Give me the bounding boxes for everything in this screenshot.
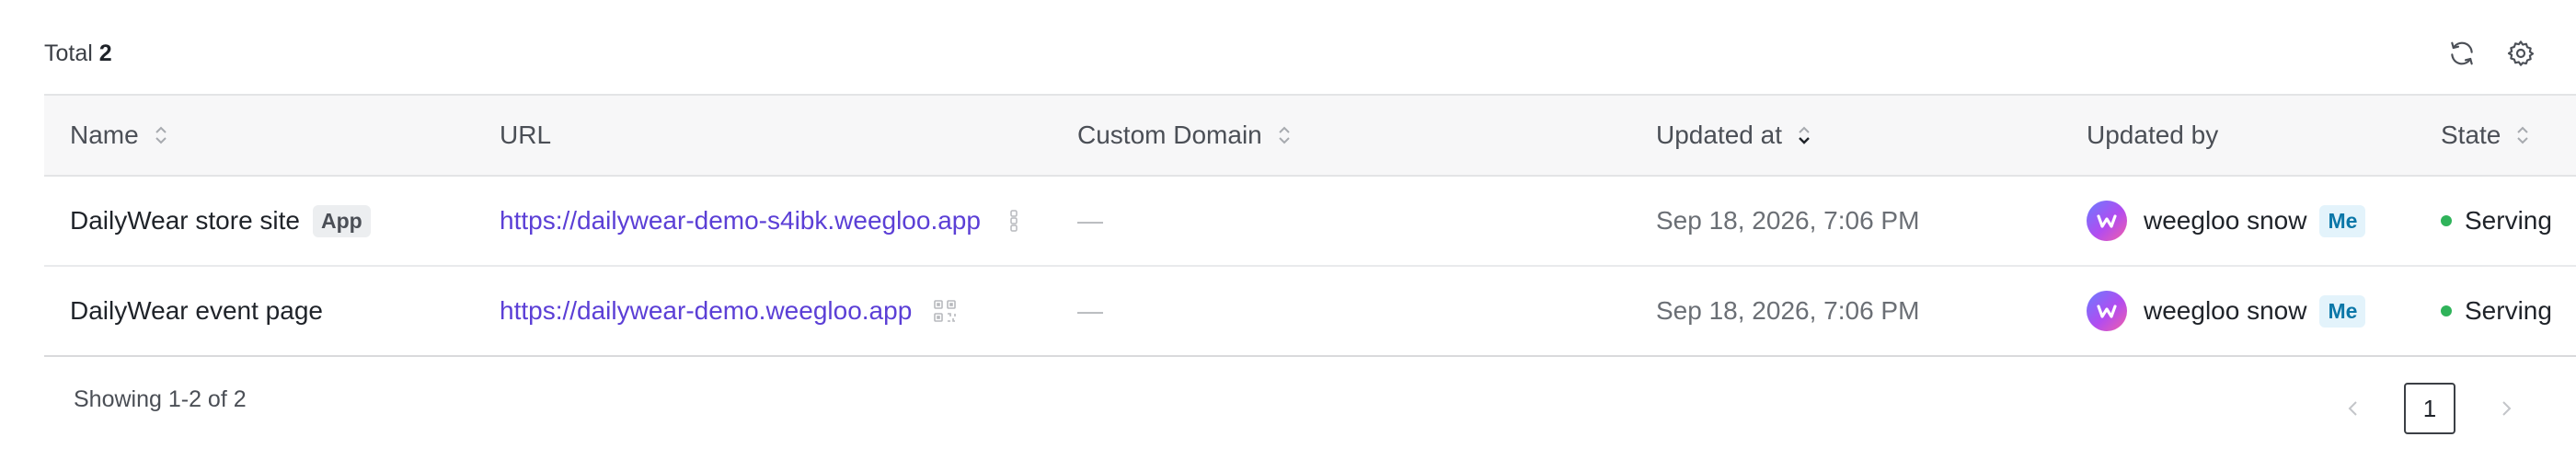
updated-at: Sep 18, 2026, 7:06 PM: [1656, 206, 1920, 235]
updated-by-name: weegloo snow: [2144, 296, 2307, 325]
total-label: Total: [44, 40, 93, 66]
table-row[interactable]: DailyWear event page https://dailywear-d…: [44, 267, 2576, 357]
column-header-updated-at[interactable]: Updated at: [1656, 96, 1811, 175]
me-badge: Me: [2319, 204, 2366, 237]
me-badge: Me: [2319, 294, 2366, 328]
column-header-url: URL: [500, 121, 552, 149]
qr-code-icon[interactable]: [932, 298, 958, 324]
next-page-button[interactable]: [2480, 383, 2532, 434]
custom-domain-empty: —: [1077, 206, 1103, 235]
chevron-left-icon: [2348, 401, 2357, 416]
custom-domain-empty: —: [1077, 296, 1103, 325]
column-header-state[interactable]: State: [2441, 96, 2530, 175]
updated-by-name: weegloo snow: [2144, 206, 2307, 235]
pagination-summary: Showing 1-2 of 2: [74, 386, 247, 412]
column-header-custom-domain[interactable]: Custom Domain: [1077, 96, 1292, 175]
table-toolbar: Total 2: [44, 28, 2576, 79]
site-url-link[interactable]: https://dailywear-demo-s4ibk.weegloo.app: [500, 206, 981, 236]
updated-at: Sep 18, 2026, 7:06 PM: [1656, 296, 1920, 325]
table-header: Name URL Custom Domain Updated at Update…: [44, 94, 2576, 177]
state-cell: Serving: [2441, 177, 2552, 265]
sort-icon[interactable]: [1277, 123, 1292, 147]
sites-table: Name URL Custom Domain Updated at Update…: [44, 94, 2576, 357]
custom-domain-cell: —: [1077, 177, 1103, 265]
site-url-link[interactable]: https://dailywear-demo.weegloo.app: [500, 296, 912, 326]
site-name: DailyWear store site: [70, 206, 301, 235]
status-text: Serving: [2465, 206, 2552, 235]
deployments-page: Total 2 Name URL Custom Domain Updated a…: [0, 0, 2576, 460]
pagination: 1: [2328, 383, 2548, 434]
updated-by-cell: weegloo snow Me: [2087, 267, 2366, 355]
status-text: Serving: [2465, 296, 2552, 325]
refresh-button[interactable]: [2444, 35, 2480, 72]
previous-page-button[interactable]: [2328, 383, 2379, 434]
updated-by-cell: weegloo snow Me: [2087, 177, 2366, 265]
state-cell: Serving: [2441, 267, 2552, 355]
status-dot-icon: [2441, 305, 2452, 316]
site-name-cell: DailyWear store site App: [70, 177, 371, 265]
sort-icon[interactable]: [2515, 123, 2530, 147]
sort-icon[interactable]: [154, 123, 168, 147]
avatar: [2087, 291, 2127, 331]
avatar: [2087, 201, 2127, 241]
page-button-current[interactable]: 1: [2404, 383, 2455, 434]
site-url-cell: https://dailywear-demo.weegloo.app: [500, 267, 958, 355]
site-name: DailyWear event page: [70, 296, 323, 325]
app-badge: App: [313, 204, 371, 237]
total-number: 2: [98, 40, 112, 66]
refresh-icon: [2451, 41, 2473, 65]
settings-button[interactable]: [2502, 35, 2539, 72]
column-header-name[interactable]: Name: [70, 96, 168, 175]
column-header-updated-by: Updated by: [2087, 121, 2219, 149]
site-name-cell: DailyWear event page: [70, 267, 323, 355]
updated-at-cell: Sep 18, 2026, 7:06 PM: [1656, 177, 1919, 265]
more-vertical-icon[interactable]: [1001, 208, 1027, 234]
site-url-cell: https://dailywear-demo-s4ibk.weegloo.app: [500, 177, 1027, 265]
chevron-right-icon: [2502, 401, 2512, 416]
status-dot-icon: [2441, 215, 2452, 226]
updated-at-cell: Sep 18, 2026, 7:06 PM: [1656, 267, 1919, 355]
table-row[interactable]: DailyWear store site App https://dailywe…: [44, 177, 2576, 267]
total-count: Total 2: [44, 40, 112, 67]
sort-desc-icon[interactable]: [1797, 123, 1811, 147]
custom-domain-cell: —: [1077, 267, 1103, 355]
gear-icon: [2507, 40, 2535, 66]
